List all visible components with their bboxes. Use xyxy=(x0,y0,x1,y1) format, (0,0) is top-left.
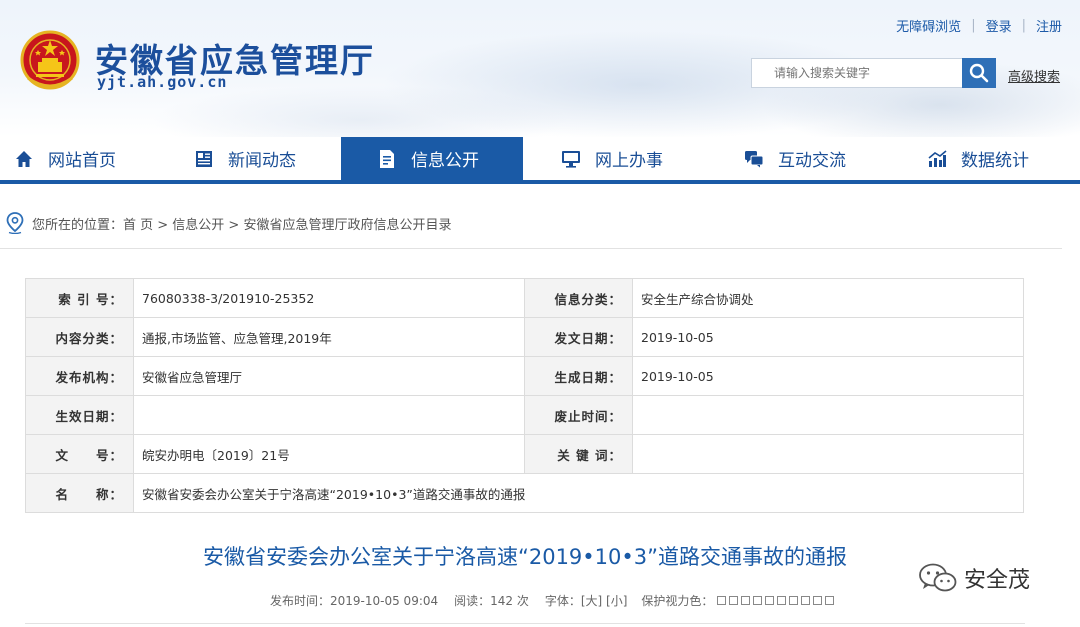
site-header: 安徽省应急管理厅 yjt.ah.gov.cn 无障碍浏览 | 登录 | 注册 高… xyxy=(0,0,1080,137)
label-cell: 废止时间： xyxy=(524,395,633,435)
separator: | xyxy=(1021,18,1026,33)
nav-item-info-public[interactable]: 信息公开 xyxy=(341,137,523,180)
label-cell: 索 引 号： xyxy=(25,278,134,318)
publish-time: 发布时间：2019-10-05 09:04 xyxy=(270,594,439,608)
accessibility-link[interactable]: 无障碍浏览 xyxy=(896,16,961,35)
nav-label: 数据统计 xyxy=(961,151,1029,171)
nav-label: 网上办事 xyxy=(595,151,663,171)
color-swatch[interactable] xyxy=(753,596,763,605)
location-pin-icon xyxy=(6,212,24,234)
value-cell: 2019-10-05 xyxy=(632,356,1024,396)
eye-care-label: 保护视力色： xyxy=(641,594,714,608)
home-icon xyxy=(14,149,34,169)
nav-item-news[interactable]: 新闻动态 xyxy=(158,137,341,180)
color-swatch[interactable] xyxy=(765,596,775,605)
color-swatch[interactable] xyxy=(777,596,787,605)
nav-label: 信息公开 xyxy=(411,151,479,171)
table-row: 文 号： 皖安办明电〔2019〕21号 关 键 词： xyxy=(25,434,1024,474)
national-emblem-icon xyxy=(20,30,80,90)
wechat-icon xyxy=(919,563,957,592)
nav-underline xyxy=(0,180,1080,184)
table-row: 内容分类： 通报,市场监管、应急管理,2019年 发文日期： 2019-10-0… xyxy=(25,317,1024,357)
value-cell: 安徽省安委会办公室关于宁洛高速“2019•10•3”道路交通事故的通报 xyxy=(133,473,1024,513)
table-row: 名 称： 安徽省安委会办公室关于宁洛高速“2019•10•3”道路交通事故的通报 xyxy=(25,473,1024,513)
label-cell: 生效日期： xyxy=(25,395,134,435)
label-cell: 关 键 词： xyxy=(524,434,633,474)
color-swatch[interactable] xyxy=(717,596,727,605)
document-info-table: 索 引 号： 76080338-3/201910-25352 信息分类： 安全生… xyxy=(25,278,1024,513)
value-cell: 76080338-3/201910-25352 xyxy=(133,278,525,318)
divider xyxy=(25,623,1025,624)
font-size-control[interactable]: 字体：[大] [小] xyxy=(545,592,628,609)
breadcrumb-text: 您所在的位置：首 页 > 信息公开 > 安徽省应急管理厅政府信息公开目录 xyxy=(32,217,452,233)
label-cell: 内容分类： xyxy=(25,317,134,357)
nav-label: 网站首页 xyxy=(48,151,116,171)
read-count: 阅读：142 次 xyxy=(454,594,529,608)
document-icon xyxy=(377,149,397,169)
value-cell: 安徽省应急管理厅 xyxy=(133,356,525,396)
color-swatch[interactable] xyxy=(789,596,799,605)
search-icon xyxy=(969,63,989,83)
nav-label: 新闻动态 xyxy=(228,151,296,171)
breadcrumb: 您所在的位置：首 页 > 信息公开 > 安徽省应急管理厅政府信息公开目录 xyxy=(6,212,451,234)
table-row: 发布机构： 安徽省应急管理厅 生成日期： 2019-10-05 xyxy=(25,356,1024,396)
color-swatch[interactable] xyxy=(813,596,823,605)
nav-item-statistics[interactable]: 数据统计 xyxy=(889,137,1080,180)
eye-care-swatches xyxy=(715,596,835,605)
article-title: 安徽省安委会办公室关于宁洛高速“2019•10•3”道路交通事故的通报 xyxy=(202,545,848,569)
top-links: 无障碍浏览 | 登录 | 注册 xyxy=(896,16,1062,35)
search-input[interactable] xyxy=(751,58,963,88)
divider xyxy=(0,248,1062,249)
nav-label: 互动交流 xyxy=(778,151,846,171)
label-cell: 名 称： xyxy=(25,473,134,513)
search-button[interactable] xyxy=(962,58,996,88)
value-cell: 皖安办明电〔2019〕21号 xyxy=(133,434,525,474)
nav-item-home[interactable]: 网站首页 xyxy=(0,137,158,180)
value-cell xyxy=(133,395,525,435)
table-row: 生效日期： 废止时间： xyxy=(25,395,1024,435)
separator: | xyxy=(971,18,976,33)
value-cell: 通报,市场监管、应急管理,2019年 xyxy=(133,317,525,357)
watermark-text: 安全茂 xyxy=(964,568,1031,593)
nav-item-online-service[interactable]: 网上办事 xyxy=(523,137,706,180)
main-nav: 网站首页 新闻动态 信息公开 网上办事 互动交流 数据统计 xyxy=(0,137,1080,180)
color-swatch[interactable] xyxy=(825,596,835,605)
value-cell: 2019-10-05 xyxy=(632,317,1024,357)
advanced-search-link[interactable]: 高级搜索 xyxy=(1008,66,1060,85)
color-swatch[interactable] xyxy=(741,596,751,605)
color-swatch[interactable] xyxy=(801,596,811,605)
nav-item-interaction[interactable]: 互动交流 xyxy=(706,137,889,180)
value-cell xyxy=(632,395,1024,435)
label-cell: 发布机构： xyxy=(25,356,134,396)
chart-icon xyxy=(927,149,947,169)
label-cell: 文 号： xyxy=(25,434,134,474)
news-icon xyxy=(194,149,214,169)
label-cell: 信息分类： xyxy=(524,278,633,318)
article-meta: 发布时间：2019-10-05 09:04 阅读：142 次 字体：[大] [小… xyxy=(270,592,835,609)
table-row: 索 引 号： 76080338-3/201910-25352 信息分类： 安全生… xyxy=(25,278,1024,318)
color-swatch[interactable] xyxy=(729,596,739,605)
login-link[interactable]: 登录 xyxy=(986,16,1012,35)
value-cell: 安全生产综合协调处 xyxy=(632,278,1024,318)
value-cell xyxy=(632,434,1024,474)
monitor-icon xyxy=(561,149,581,169)
label-cell: 发文日期： xyxy=(524,317,633,357)
site-url: yjt.ah.gov.cn xyxy=(97,73,228,91)
label-cell: 生成日期： xyxy=(524,356,633,396)
chat-icon xyxy=(744,149,764,169)
register-link[interactable]: 注册 xyxy=(1036,16,1062,35)
watermark: 安全茂 xyxy=(918,562,1030,594)
